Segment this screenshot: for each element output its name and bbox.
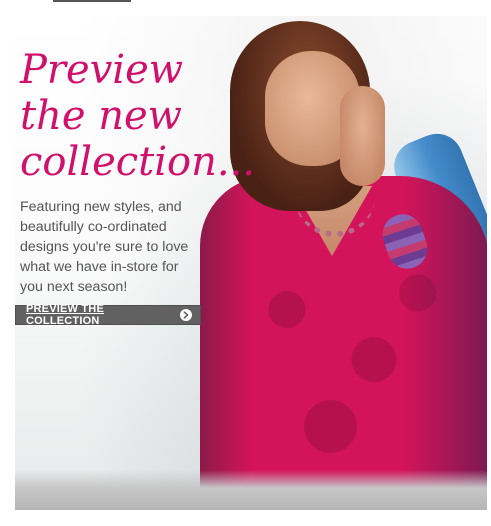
model-hand xyxy=(340,86,385,186)
chevron-right-circle-icon xyxy=(180,309,192,321)
promo-body-copy: Featuring new styles, and beautifully co… xyxy=(20,199,189,295)
promo-headline: Preview the new collection... xyxy=(20,47,255,185)
foreground-ground xyxy=(15,470,487,510)
top-link-underline xyxy=(53,0,131,2)
preview-collection-button[interactable]: PREVIEW THE COLLECTION xyxy=(15,303,201,327)
preview-collection-button-label: PREVIEW THE COLLECTION xyxy=(26,303,104,327)
